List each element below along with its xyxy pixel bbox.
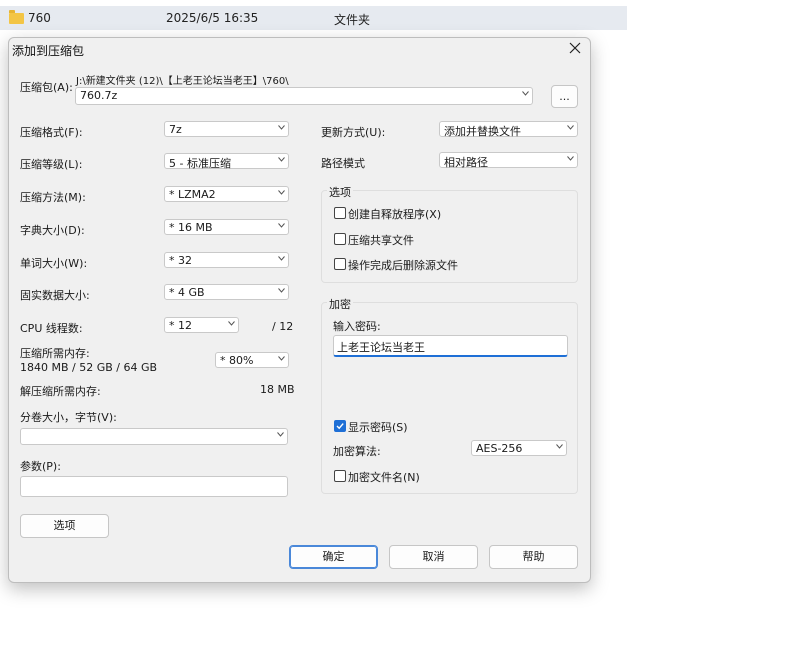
encryption-method-select[interactable]: AES-256 [471, 440, 567, 456]
show-password-checkbox[interactable] [334, 420, 346, 432]
shared-files-checkbox[interactable] [334, 233, 346, 245]
mem-compress-detail: 1840 MB / 52 GB / 64 GB [20, 361, 158, 374]
path-mode-label: 路径模式 [321, 157, 365, 170]
format-value: 7z [169, 123, 182, 136]
dict-value: * 16 MB [169, 221, 213, 234]
chevron-down-icon [278, 256, 285, 262]
chevron-down-icon [567, 125, 574, 131]
level-label: 压缩等级(L): [20, 158, 83, 171]
chevron-down-icon [278, 190, 285, 196]
password-value: 上老王论坛当老王 [337, 341, 425, 354]
solid-label: 固实数据大小: [20, 289, 90, 302]
level-value: 5 - 标准压缩 [169, 157, 231, 170]
shared-files-label: 压缩共享文件 [348, 234, 414, 247]
browse-button[interactable]: ... [551, 85, 578, 108]
threads-label: CPU 线程数: [20, 322, 83, 335]
params-label: 参数(P): [20, 460, 61, 473]
word-value: * 32 [169, 254, 192, 267]
sfx-checkbox[interactable] [334, 207, 346, 219]
chevron-down-icon [278, 223, 285, 229]
delete-after-checkbox[interactable] [334, 258, 346, 270]
archive-name-value: 760.7z [80, 89, 118, 102]
encrypt-names-label: 加密文件名(N) [348, 471, 420, 484]
format-label: 压缩格式(F): [20, 126, 83, 139]
add-to-archive-dialog: 添加到压缩包 压缩包(A): J:\新建文件夹 (12)\【上老王论坛当老王】\… [8, 37, 591, 583]
chevron-down-icon [278, 125, 285, 131]
update-select[interactable]: 添加并替换文件 [439, 121, 578, 138]
help-button[interactable]: 帮助 [489, 545, 578, 569]
delete-after-label: 操作完成后删除源文件 [348, 259, 458, 272]
method-label: 压缩方法(M): [20, 191, 86, 204]
method-select[interactable]: * LZMA2 [164, 186, 289, 202]
cancel-button[interactable]: 取消 [389, 545, 478, 569]
file-type: 文件夹 [334, 13, 371, 27]
split-label: 分卷大小，字节(V): [20, 411, 117, 424]
archive-name-combo[interactable]: 760.7z [75, 87, 533, 105]
chevron-down-icon [522, 91, 529, 97]
chevron-down-icon [567, 156, 574, 162]
chevron-down-icon [228, 321, 235, 327]
dialog-title: 添加到压缩包 [12, 44, 85, 58]
close-button[interactable] [566, 39, 584, 57]
file-name: 760 [28, 11, 51, 25]
word-select[interactable]: * 32 [164, 252, 289, 268]
mem-compress-label: 压缩所需内存: [20, 347, 90, 360]
encrypt-names-checkbox[interactable] [334, 470, 346, 482]
encryption-group-title: 加密 [327, 296, 353, 312]
update-label: 更新方式(U): [321, 126, 386, 139]
path-mode-value: 相对路径 [444, 156, 488, 169]
method-value: * LZMA2 [169, 188, 216, 201]
explorer-file-row[interactable] [0, 6, 627, 30]
chevron-down-icon [278, 356, 285, 362]
checkmark-icon [336, 423, 344, 430]
dict-label: 字典大小(D): [20, 224, 85, 237]
show-password-label: 显示密码(S) [348, 421, 408, 434]
options-button[interactable]: 选项 [20, 514, 109, 538]
ok-button[interactable]: 确定 [289, 545, 378, 569]
chevron-down-icon [278, 288, 285, 294]
update-value: 添加并替换文件 [444, 125, 521, 138]
mem-usage-select[interactable]: * 80% [215, 352, 289, 368]
params-input[interactable] [20, 476, 288, 497]
chevron-down-icon [556, 444, 563, 450]
split-select[interactable] [20, 428, 288, 445]
archive-path: J:\新建文件夹 (12)\【上老王论坛当老王】\760\ [76, 76, 289, 87]
threads-total: / 12 [272, 320, 294, 333]
path-mode-select[interactable]: 相对路径 [439, 152, 578, 169]
dict-select[interactable]: * 16 MB [164, 219, 289, 235]
solid-select[interactable]: * 4 GB [164, 284, 289, 300]
close-icon [569, 42, 581, 54]
archive-label: 压缩包(A): [20, 81, 73, 94]
mem-decompress-label: 解压缩所需内存: [20, 385, 101, 398]
chevron-down-icon [278, 157, 285, 163]
word-label: 单词大小(W): [20, 257, 88, 270]
threads-value: * 12 [169, 319, 192, 332]
encryption-method-value: AES-256 [476, 442, 523, 455]
options-group-title: 选项 [327, 184, 353, 200]
mem-usage-value: * 80% [220, 354, 254, 367]
file-date: 2025/6/5 16:35 [166, 11, 259, 25]
threads-select[interactable]: * 12 [164, 317, 239, 333]
solid-value: * 4 GB [169, 286, 205, 299]
folder-icon [9, 10, 24, 24]
password-input[interactable]: 上老王论坛当老王 [333, 335, 568, 357]
mem-decompress-value: 18 MB [260, 383, 295, 396]
sfx-label: 创建自释放程序(X) [348, 208, 442, 221]
format-select[interactable]: 7z [164, 121, 289, 137]
password-label: 输入密码: [333, 320, 381, 333]
chevron-down-icon [277, 432, 284, 438]
encryption-method-label: 加密算法: [333, 445, 381, 458]
level-select[interactable]: 5 - 标准压缩 [164, 153, 289, 170]
